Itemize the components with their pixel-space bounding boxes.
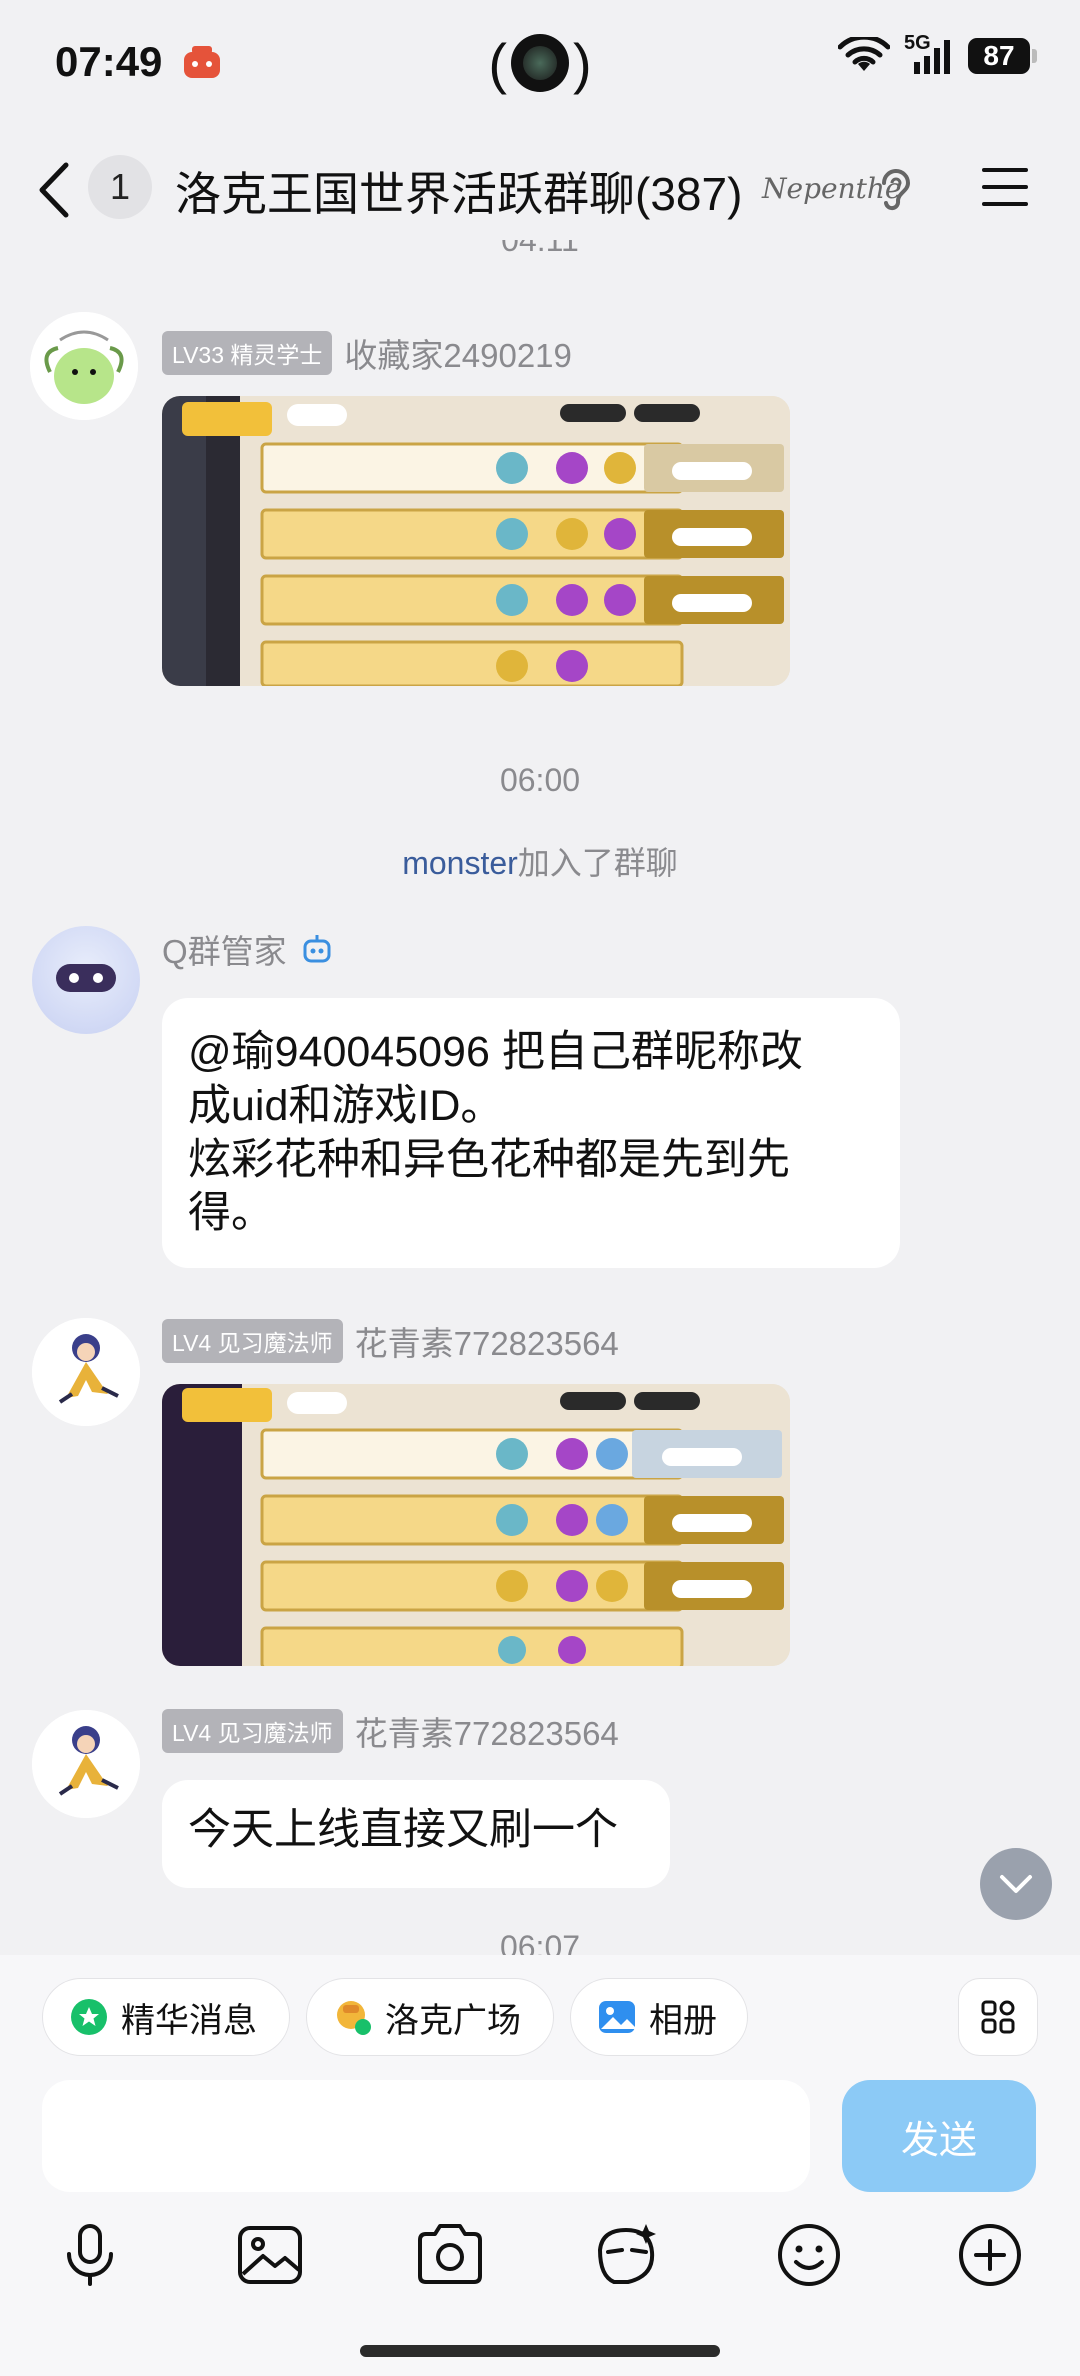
timestamp-partial: 04:11	[501, 240, 579, 258]
sender-name[interactable]: 花青素772823564	[355, 1707, 619, 1755]
hamburger-icon	[982, 168, 1028, 206]
home-indicator[interactable]	[360, 2345, 720, 2357]
message-text: 今天上线直接又刷一个	[188, 1806, 618, 1854]
sender-name[interactable]: 收藏家2490219	[344, 329, 571, 377]
avatar[interactable]	[30, 312, 138, 420]
camera-icon	[418, 2224, 482, 2284]
timestamp: 06:00	[499, 762, 581, 798]
plaza-mascot-icon	[337, 2001, 371, 2035]
quick-action-essence[interactable]: 精华消息	[42, 1978, 290, 2056]
image-message[interactable]	[162, 396, 790, 686]
grid-icon	[981, 2000, 1015, 2034]
image-message[interactable]	[162, 1384, 790, 1666]
wifi-icon	[838, 37, 890, 71]
message-line: 成uid和游戏ID。	[188, 1081, 504, 1130]
message-line: 得。	[188, 1189, 274, 1238]
timestamp-partial: 06:07	[499, 1935, 581, 1955]
microphone-icon	[67, 2224, 113, 2286]
ear-mode-icon[interactable]	[874, 165, 914, 211]
battery-indicator: 87	[968, 38, 1037, 74]
message-line: @瑜940045096 把自己群昵称改	[188, 1028, 803, 1076]
bot-avatar[interactable]	[32, 926, 140, 1034]
image-icon	[238, 2226, 302, 2284]
more-button[interactable]	[955, 2220, 1025, 2290]
sender-name[interactable]: 花青素772823564	[355, 1317, 619, 1365]
back-button[interactable]	[30, 155, 80, 225]
status-icons: 5G 87	[838, 32, 1037, 76]
live-activity-icon	[511, 34, 569, 92]
more-apps-button[interactable]	[958, 1978, 1038, 2056]
message-bubble[interactable]: 今天上线直接又刷一个	[162, 1780, 670, 1888]
quick-action-label: 精华消息	[121, 2001, 257, 2040]
level-tag: LV4 见习魔法师	[162, 1709, 343, 1753]
group-title[interactable]: 洛克王国世界活跃群聊(387)	[175, 158, 742, 224]
avatar[interactable]	[32, 1318, 140, 1426]
sender-info: LV33 精灵学士 收藏家2490219	[162, 329, 572, 377]
emoji-icon	[778, 2224, 840, 2286]
quick-action-album[interactable]: 相册	[570, 1978, 748, 2056]
scroll-to-bottom-button[interactable]	[980, 1848, 1052, 1920]
star-chat-icon	[71, 1999, 107, 2035]
sender-info: LV4 见习魔法师 花青素772823564	[162, 1317, 619, 1365]
join-text: 加入了群聊	[517, 845, 678, 881]
app-notification-icon	[180, 44, 224, 82]
menu-button[interactable]	[980, 166, 1030, 208]
dynamic-island: ()	[488, 31, 592, 95]
quick-action-label: 相册	[649, 2001, 717, 2040]
plus-circle-icon	[959, 2224, 1021, 2286]
unread-count-badge[interactable]: 1	[88, 155, 152, 219]
emoji-button[interactable]	[774, 2220, 844, 2290]
chevron-left-icon	[39, 162, 69, 218]
system-notice: monster加入了群聊	[0, 838, 1080, 884]
message-input[interactable]	[42, 2080, 810, 2192]
joined-member-name[interactable]: monster	[402, 845, 518, 881]
level-tag: LV4 见习魔法师	[162, 1319, 343, 1363]
message-bubble[interactable]: @瑜940045096 把自己群昵称改 成uid和游戏ID。 炫彩花种和异色花种…	[162, 998, 900, 1268]
image-button[interactable]	[235, 2220, 305, 2290]
sender-info: LV4 见习魔法师 花青素772823564	[162, 1707, 619, 1755]
voice-button[interactable]	[55, 2220, 125, 2290]
quick-action-plaza[interactable]: 洛克广场	[306, 1978, 554, 2056]
level-tag: LV33 精灵学士	[162, 331, 333, 375]
album-icon	[599, 2001, 635, 2033]
send-button[interactable]: 发送	[842, 2080, 1036, 2192]
status-time: 07:49	[55, 38, 163, 85]
ai-sticker-button[interactable]	[592, 2220, 662, 2290]
bot-icon	[303, 935, 331, 963]
ai-face-icon	[597, 2224, 656, 2284]
camera-button[interactable]	[415, 2220, 485, 2290]
timestamp-clip: 06:07	[0, 1935, 1080, 1955]
chevron-down-icon	[1000, 1875, 1032, 1893]
quick-action-label: 洛克广场	[385, 2001, 521, 2040]
sender-name[interactable]: Q群管家	[162, 925, 287, 973]
message-line: 炫彩花种和异色花种都是先到先	[188, 1135, 790, 1184]
cellular-signal-icon: 5G	[904, 32, 954, 76]
avatar[interactable]	[32, 1710, 140, 1818]
sender-info: Q群管家	[162, 928, 335, 970]
